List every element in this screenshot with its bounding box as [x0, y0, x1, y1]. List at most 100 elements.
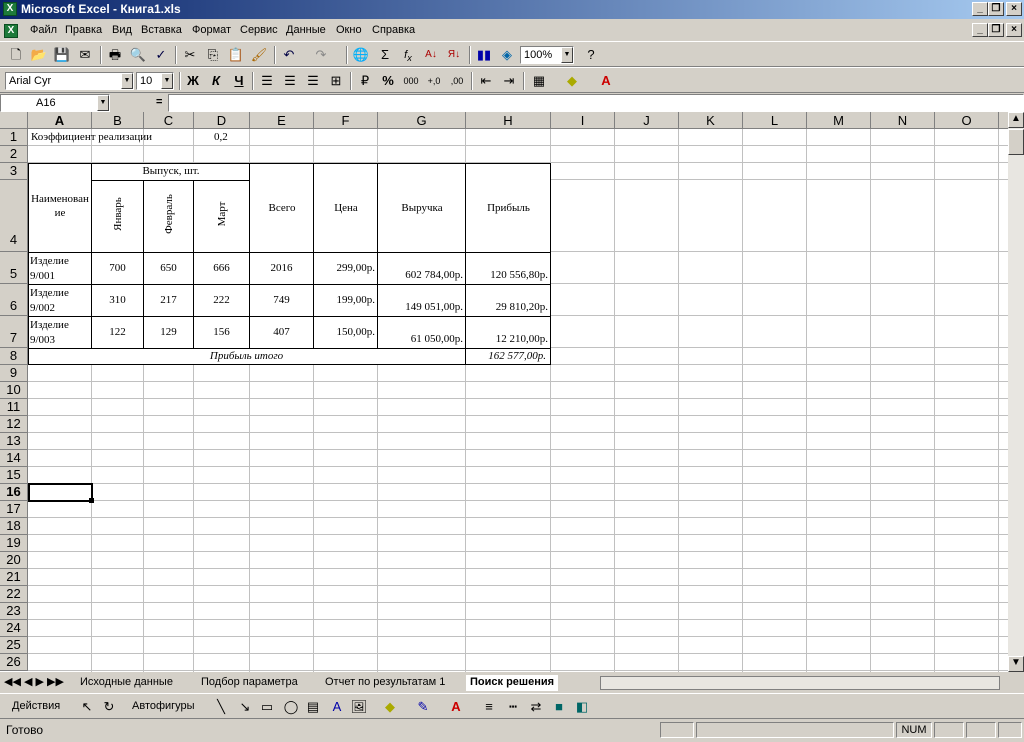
row-header-5[interactable]: 5: [0, 252, 28, 284]
italic-button[interactable]: К: [207, 72, 225, 90]
doc-close-button[interactable]: ×: [1006, 23, 1022, 37]
row-header-21[interactable]: 21: [0, 569, 28, 586]
col-header-h[interactable]: H: [466, 112, 551, 129]
cell-d7[interactable]: 156: [194, 326, 249, 338]
font-size-combo[interactable]: 10 ▼: [136, 72, 174, 90]
font-name-dropdown-icon[interactable]: ▼: [121, 73, 133, 89]
cell-g5[interactable]: 602 784,00р.: [378, 269, 463, 281]
cell-d5[interactable]: 666: [194, 262, 249, 274]
draw-fill-color-icon[interactable]: ◆: [381, 698, 399, 716]
sheet-tab-2[interactable]: Подбор параметра: [201, 675, 298, 691]
row-header-12[interactable]: 12: [0, 416, 28, 433]
fill-handle[interactable]: [89, 498, 94, 503]
menu-tools[interactable]: Сервис: [240, 24, 278, 36]
cell-g7[interactable]: 61 050,00р.: [378, 333, 463, 345]
redo-icon[interactable]: ↷: [312, 46, 330, 64]
print-icon[interactable]: 🖶: [106, 46, 124, 64]
cell-e5[interactable]: 2016: [250, 262, 313, 274]
col-header-g[interactable]: G: [378, 112, 466, 129]
font-color-icon[interactable]: A: [597, 72, 615, 90]
row-header-8[interactable]: 8: [0, 348, 28, 365]
col-header-n[interactable]: N: [871, 112, 935, 129]
arrow-icon[interactable]: ↘: [236, 698, 254, 716]
increase-decimal-icon[interactable]: +,0: [425, 72, 443, 90]
save-icon[interactable]: 💾: [53, 46, 71, 64]
free-rotate-icon[interactable]: ↻: [100, 698, 118, 716]
col-header-b[interactable]: B: [92, 112, 144, 129]
cell-a7[interactable]: Изделие 9/003: [30, 318, 86, 348]
row-header-15[interactable]: 15: [0, 467, 28, 484]
scroll-down-button[interactable]: ▼: [1008, 656, 1024, 672]
row-header-14[interactable]: 14: [0, 450, 28, 467]
currency-icon[interactable]: ₽: [356, 72, 374, 90]
drawing-icon[interactable]: ◈: [498, 46, 516, 64]
oval-icon[interactable]: ◯: [282, 698, 300, 716]
cell-d1[interactable]: 0,2: [214, 131, 228, 143]
align-center-icon[interactable]: ☰: [281, 72, 299, 90]
function-icon[interactable]: fx: [399, 46, 417, 64]
thousands-button[interactable]: 000: [402, 72, 420, 90]
row-header-22[interactable]: 22: [0, 586, 28, 603]
percent-button[interactable]: %: [379, 72, 397, 90]
first-sheet-icon[interactable]: ◀◀ ◀ ▶ ▶▶: [4, 675, 64, 691]
col-header-f[interactable]: F: [314, 112, 378, 129]
underline-button[interactable]: Ч: [230, 72, 248, 90]
close-button[interactable]: ×: [1006, 2, 1022, 16]
row-header-19[interactable]: 19: [0, 535, 28, 552]
3d-icon[interactable]: ◧: [573, 698, 591, 716]
decrease-decimal-icon[interactable]: ,00: [448, 72, 466, 90]
excel-app-icon[interactable]: X: [3, 2, 17, 16]
workbook-icon[interactable]: X: [4, 24, 18, 38]
draw-font-color-icon[interactable]: A: [447, 698, 465, 716]
cell-c6[interactable]: 217: [144, 294, 193, 306]
row-header-17[interactable]: 17: [0, 501, 28, 518]
scroll-thumb[interactable]: [1008, 129, 1024, 155]
row-header-23[interactable]: 23: [0, 603, 28, 620]
sort-descending-icon[interactable]: Я↓: [445, 46, 463, 64]
row-header-3[interactable]: 3: [0, 163, 28, 180]
line-icon[interactable]: ╲: [212, 698, 230, 716]
row-header-24[interactable]: 24: [0, 620, 28, 637]
menu-view[interactable]: Вид: [112, 24, 132, 36]
copy-icon[interactable]: ⎘: [204, 46, 222, 64]
menu-data[interactable]: Данные: [286, 24, 326, 36]
cell-e6[interactable]: 749: [250, 294, 313, 306]
col-header-c[interactable]: C: [144, 112, 194, 129]
select-all-corner[interactable]: [0, 112, 28, 129]
cell-c5[interactable]: 650: [144, 262, 193, 274]
cell-b7[interactable]: 122: [92, 326, 143, 338]
align-left-icon[interactable]: ☰: [258, 72, 276, 90]
menu-file[interactable]: Файл: [30, 24, 57, 36]
col-header-p[interactable]: [999, 112, 1008, 129]
spelling-icon[interactable]: ✓: [152, 46, 170, 64]
cell-f6[interactable]: 199,00р.: [314, 294, 376, 306]
row-header-20[interactable]: 20: [0, 552, 28, 569]
row-header-4[interactable]: 4: [0, 180, 28, 252]
menu-window[interactable]: Окно: [336, 24, 362, 36]
cell-b6[interactable]: 310: [92, 294, 143, 306]
cell-d6[interactable]: 222: [194, 294, 249, 306]
menu-help[interactable]: Справка: [372, 24, 415, 36]
active-cell-selection[interactable]: [28, 483, 93, 502]
row-header-7[interactable]: 7: [0, 316, 28, 348]
worksheet-grid[interactable]: A B C D E F G H I J K L M N O 1 2 3 4 5 …: [0, 112, 1008, 672]
cell-b3[interactable]: Выпуск, шт.: [92, 165, 250, 177]
bold-button[interactable]: Ж: [184, 72, 202, 90]
open-folder-icon[interactable]: 📂: [30, 46, 48, 64]
cell-h7[interactable]: 12 210,00р.: [466, 333, 548, 345]
shadow-icon[interactable]: ■: [550, 698, 568, 716]
sort-ascending-icon[interactable]: A↓: [422, 46, 440, 64]
font-size-dropdown-icon[interactable]: ▼: [161, 73, 173, 89]
cell-f5[interactable]: 299,00р.: [314, 262, 376, 274]
cell-a5[interactable]: Изделие 9/001: [30, 254, 86, 284]
col-header-a[interactable]: A: [28, 112, 92, 129]
row-header-10[interactable]: 10: [0, 382, 28, 399]
cut-icon[interactable]: ✂: [181, 46, 199, 64]
doc-minimize-button[interactable]: _: [972, 23, 988, 37]
decrease-indent-icon[interactable]: ⇤: [477, 72, 495, 90]
format-painter-icon[interactable]: 🖌: [250, 46, 268, 64]
dash-style-icon[interactable]: ┅: [504, 698, 522, 716]
zoom-dropdown-icon[interactable]: ▼: [561, 47, 573, 63]
cell-b4[interactable]: Январь: [112, 186, 124, 242]
cell-a1[interactable]: Коэффициент реализации: [31, 131, 152, 143]
